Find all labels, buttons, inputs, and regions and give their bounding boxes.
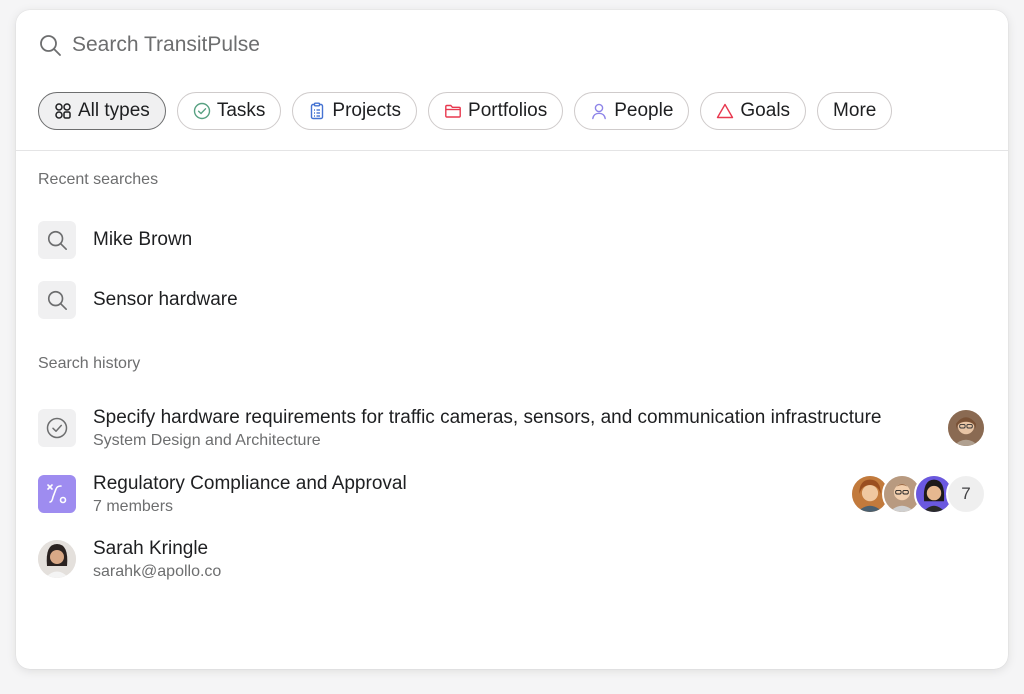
project-icon bbox=[47, 484, 67, 504]
filter-label: Tasks bbox=[216, 100, 266, 121]
filter-portfolios[interactable]: Portfolios bbox=[428, 92, 564, 130]
filter-more[interactable]: More bbox=[817, 92, 893, 130]
divider bbox=[16, 150, 1008, 151]
filter-all-types[interactable]: All types bbox=[38, 92, 166, 130]
check-circle-icon bbox=[46, 417, 68, 439]
search-input[interactable] bbox=[72, 33, 672, 57]
search-panel: All types Tasks Projects Portfolios bbox=[16, 10, 1008, 669]
assignee-avatars bbox=[946, 408, 986, 448]
check-circle-icon bbox=[193, 102, 211, 120]
project-icon-box bbox=[38, 475, 76, 513]
recent-search-icon-box bbox=[38, 281, 76, 319]
folder-icon bbox=[445, 104, 461, 118]
search-icon bbox=[47, 290, 67, 310]
recent-search-icon-box bbox=[38, 221, 76, 259]
avatar bbox=[38, 540, 76, 578]
triangle-icon bbox=[717, 103, 734, 119]
history-item-title: Sarah Kringle bbox=[93, 537, 209, 559]
person-icon bbox=[592, 103, 607, 120]
filter-label: Projects bbox=[332, 100, 402, 121]
history-item-subtitle: 7 members bbox=[93, 497, 174, 515]
avatar-image bbox=[38, 540, 76, 578]
task-icon-box bbox=[38, 409, 76, 447]
history-item-text: Specify hardware requirements for traffi… bbox=[93, 407, 946, 450]
filter-label: Goals bbox=[740, 100, 791, 121]
recent-search-label: Mike Brown bbox=[93, 229, 193, 250]
avatar[interactable] bbox=[946, 408, 986, 448]
filter-label: Portfolios bbox=[468, 100, 548, 121]
search-icon bbox=[40, 35, 61, 56]
avatar-image bbox=[948, 410, 984, 446]
filter-people[interactable]: People bbox=[574, 92, 690, 130]
history-item-subtitle: System Design and Architecture bbox=[93, 431, 321, 449]
history-item-text: Regulatory Compliance and Approval 7 mem… bbox=[93, 473, 850, 516]
history-item-title: Regulatory Compliance and Approval bbox=[93, 472, 407, 494]
filter-label: People bbox=[614, 100, 674, 121]
filter-label: All types bbox=[78, 100, 150, 121]
filter-projects[interactable]: Projects bbox=[292, 92, 418, 130]
grid-icon bbox=[55, 103, 71, 119]
recent-searches-heading: Recent searches bbox=[38, 171, 159, 188]
history-item-project[interactable]: Regulatory Compliance and Approval 7 mem… bbox=[38, 469, 986, 519]
member-avatars: 7 bbox=[850, 474, 986, 514]
search-icon bbox=[47, 230, 67, 250]
search-bar[interactable] bbox=[38, 30, 986, 60]
history-item-task[interactable]: Specify hardware requirements for traffi… bbox=[38, 403, 986, 453]
history-item-title: Specify hardware requirements for traffi… bbox=[93, 406, 882, 428]
history-item-person[interactable]: Sarah Kringle sarahk@apollo.co bbox=[38, 534, 986, 584]
member-count-badge[interactable]: 7 bbox=[946, 474, 986, 514]
filter-label: More bbox=[833, 100, 877, 121]
recent-search-item[interactable]: Mike Brown bbox=[38, 220, 192, 260]
filter-chips: All types Tasks Projects Portfolios Peop… bbox=[38, 92, 893, 130]
filter-tasks[interactable]: Tasks bbox=[176, 92, 282, 130]
clipboard-icon bbox=[311, 102, 324, 120]
recent-search-label: Sensor hardware bbox=[93, 289, 238, 310]
history-item-subtitle: sarahk@apollo.co bbox=[93, 562, 222, 580]
search-history-heading: Search history bbox=[38, 355, 141, 372]
history-item-text: Sarah Kringle sarahk@apollo.co bbox=[93, 538, 986, 581]
recent-search-item[interactable]: Sensor hardware bbox=[38, 280, 238, 320]
filter-goals[interactable]: Goals bbox=[700, 92, 807, 130]
